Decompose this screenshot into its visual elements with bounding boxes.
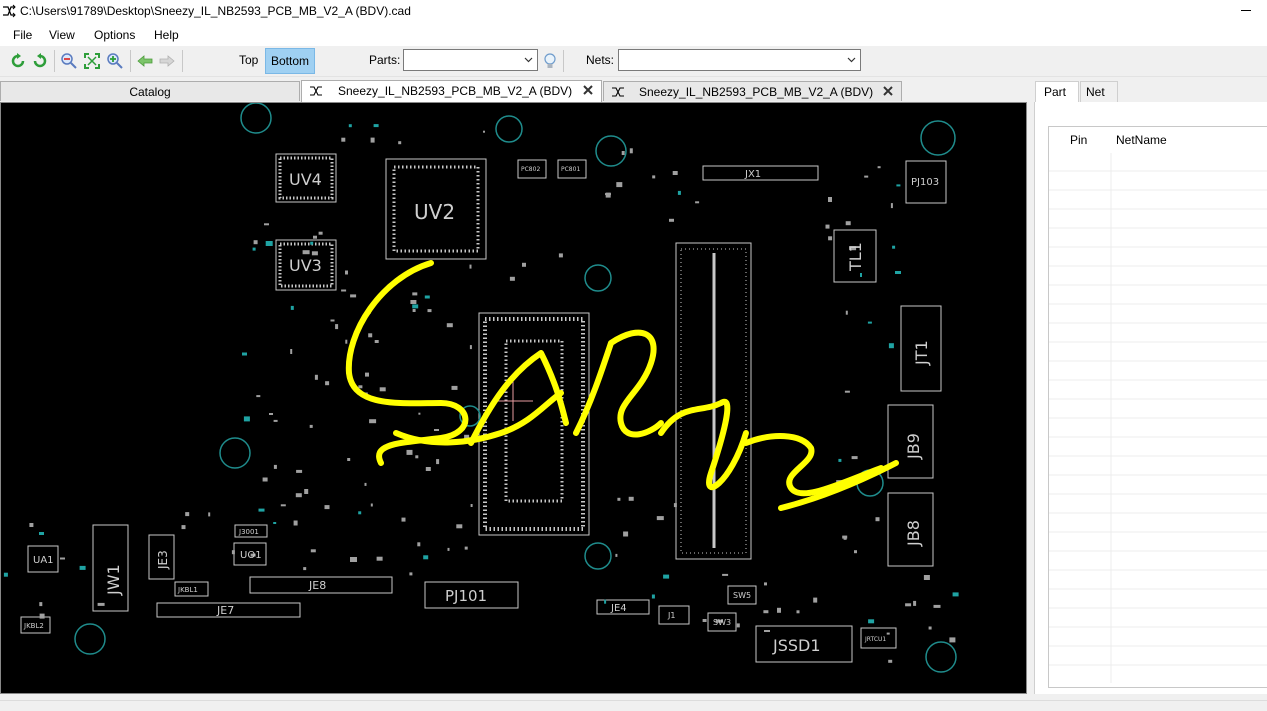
top-side-toggle[interactable]: Top xyxy=(234,48,263,72)
column-pin[interactable]: Pin xyxy=(1070,133,1087,147)
pcb-board-view[interactable]: UV4 UV2 UV3 JX1 TL1 PJ103 JT1 JB9 JB8 JW… xyxy=(1,103,1026,693)
title-bar: C:\Users\91789\Desktop\Sneezy_IL_NB2593_… xyxy=(0,0,1267,24)
bottom-side-toggle[interactable]: Bottom xyxy=(265,48,316,74)
grid-lines xyxy=(1049,153,1267,683)
close-icon[interactable] xyxy=(582,84,594,96)
tab-net[interactable]: Net xyxy=(1080,81,1118,102)
tab-part-label: Part xyxy=(1044,85,1067,99)
board-label-jb9: JB9 xyxy=(904,433,923,460)
part-panel: Pin NetName xyxy=(1034,102,1267,694)
board-label-sw5: SW5 xyxy=(733,591,751,600)
board-label-jb8: JB8 xyxy=(904,520,923,547)
tab-board-active[interactable]: Sneezy_IL_NB2593_PCB_MB_V2_A (BDV) xyxy=(301,80,602,102)
zoom-in-icon[interactable] xyxy=(106,52,124,70)
toolbar: Top Bottom Parts: Nets: xyxy=(0,46,1267,77)
yellow-annotation xyxy=(345,260,899,511)
toolbar-separator xyxy=(563,50,564,72)
menu-view[interactable]: View xyxy=(46,27,78,43)
nets-dropdown[interactable] xyxy=(618,49,861,71)
board-label-sw3: SW3 xyxy=(713,618,731,627)
board-label-ua1: UA1 xyxy=(33,555,54,566)
board-label-je4: JE4 xyxy=(610,603,627,614)
fit-view-icon[interactable] xyxy=(83,52,101,70)
menu-bar: File View Options Help xyxy=(0,24,1267,46)
status-bar xyxy=(0,700,1267,711)
refresh-green-alt-icon[interactable] xyxy=(31,52,49,70)
board-label-pc801: PC801 xyxy=(561,166,580,173)
chevron-down-icon xyxy=(847,57,856,63)
tab-label: Sneezy_IL_NB2593_PCB_MB_V2_A (BDV) xyxy=(338,84,573,98)
tab-part[interactable]: Part xyxy=(1035,81,1079,103)
board-label-jkbl1: JKBL1 xyxy=(177,586,198,594)
tab-catalog[interactable]: Catalog xyxy=(0,81,300,101)
board-label-jw1: JW1 xyxy=(104,564,123,596)
menu-options[interactable]: Options xyxy=(91,27,138,43)
grid-header: Pin NetName xyxy=(1049,127,1267,153)
board-label-uo1: UO1 xyxy=(240,550,262,561)
chevron-down-icon xyxy=(524,57,533,63)
board-label-tl1: TL1 xyxy=(846,242,865,272)
board-label-je7: JE7 xyxy=(216,604,234,617)
board-file-icon xyxy=(612,87,624,97)
tab-label: Catalog xyxy=(129,85,171,99)
board-label-je8: JE8 xyxy=(308,579,326,592)
close-icon[interactable] xyxy=(882,85,894,97)
back-arrow-icon[interactable] xyxy=(136,52,154,70)
board-label-je3: JE3 xyxy=(156,550,170,570)
zoom-out-icon[interactable] xyxy=(60,52,78,70)
board-label-j3001: J3001 xyxy=(238,528,259,536)
board-label-pj101: PJ101 xyxy=(445,587,487,605)
menu-file[interactable]: File xyxy=(10,27,35,43)
board-label-j1: J1 xyxy=(667,611,675,620)
tab-label: Sneezy_IL_NB2593_PCB_MB_V2_A (BDV) xyxy=(639,85,874,99)
board-label-uv2: UV2 xyxy=(414,200,455,224)
board-label-jt1: JT1 xyxy=(912,340,931,366)
board-label-jx1: JX1 xyxy=(744,169,761,180)
refresh-green-icon[interactable] xyxy=(9,52,27,70)
pcb-board-canvas[interactable]: UV4 UV2 UV3 JX1 TL1 PJ103 JT1 JB9 JB8 JW… xyxy=(0,102,1027,694)
cpu-inner-pads xyxy=(504,339,564,503)
column-netname[interactable]: NetName xyxy=(1116,133,1167,147)
mounting-holes xyxy=(74,103,957,673)
app-icon xyxy=(3,4,16,18)
board-label-jrtcu1: JRTCU1 xyxy=(864,636,886,643)
parts-dropdown[interactable] xyxy=(403,49,538,71)
forward-arrow-icon[interactable] xyxy=(158,52,176,70)
toolbar-separator xyxy=(182,50,183,72)
tab-net-label: Net xyxy=(1086,85,1105,99)
board-label-pj103: PJ103 xyxy=(911,177,939,188)
board-label-jkbl2: JKBL2 xyxy=(23,622,44,630)
parts-label: Parts: xyxy=(369,53,401,67)
tab-board-second[interactable]: Sneezy_IL_NB2593_PCB_MB_V2_A (BDV) xyxy=(603,81,902,101)
lightbulb-icon[interactable] xyxy=(541,52,559,70)
board-label-pc802: PC802 xyxy=(521,166,540,173)
minimize-button[interactable] xyxy=(1241,10,1251,11)
pin-net-grid[interactable]: Pin NetName xyxy=(1048,126,1267,688)
crosshair-cursor xyxy=(494,381,533,421)
nets-label: Nets: xyxy=(586,53,615,67)
toolbar-separator xyxy=(54,50,55,72)
window-title: C:\Users\91789\Desktop\Sneezy_IL_NB2593_… xyxy=(20,4,411,18)
board-label-jssd1: JSSD1 xyxy=(772,636,821,655)
board-label-uv4: UV4 xyxy=(289,170,322,189)
menu-help[interactable]: Help xyxy=(151,27,182,43)
toolbar-separator xyxy=(130,50,131,72)
board-label-uv3: UV3 xyxy=(289,256,322,275)
board-file-icon xyxy=(310,86,322,96)
